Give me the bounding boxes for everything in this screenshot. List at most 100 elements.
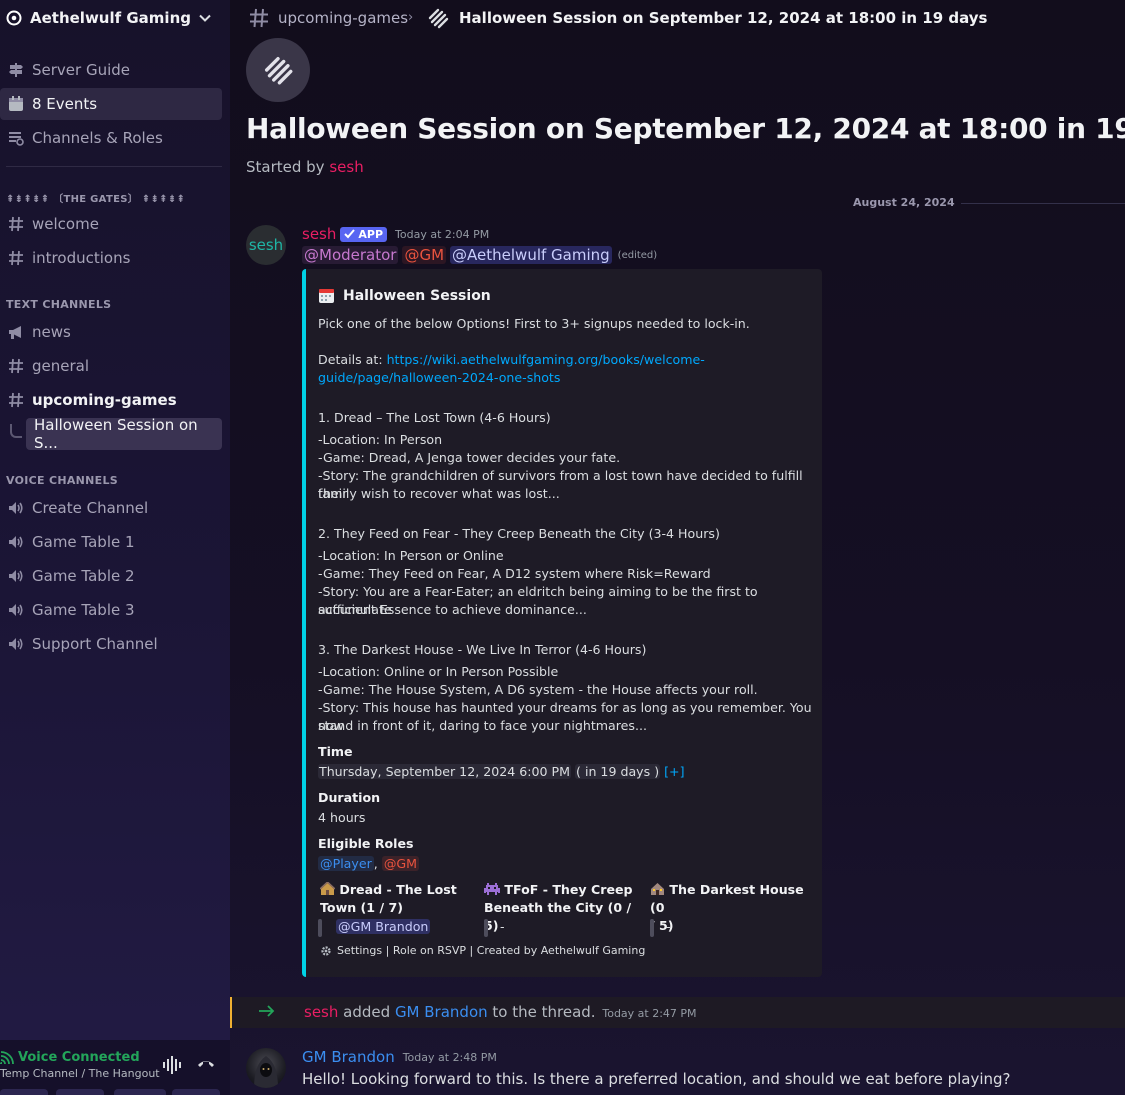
camera-button[interactable] [0, 1089, 48, 1095]
rsvp-column-2-value: - [500, 919, 505, 934]
breadcrumb-chevron-icon: › [408, 10, 414, 25]
app-badge: APP [340, 226, 388, 242]
field-time-label: Time [318, 744, 353, 759]
message-header: GM Brandon Today at 2:48 PM [302, 1048, 497, 1066]
embed-title: Halloween Session [318, 287, 491, 304]
details-link[interactable]: https://wiki.aethelwulfgaming.org/books/… [387, 352, 705, 367]
rsvp-column-2[interactable]: TFoF - They Creep Beneath the City (0 / … [484, 881, 644, 935]
noise-suppression-icon[interactable] [162, 1056, 184, 1074]
avatar[interactable]: sesh [246, 225, 286, 265]
sidebar-item-label: 8 Events [32, 95, 98, 113]
voice-channel-path[interactable]: Temp Channel / The Hangout [0, 1067, 160, 1080]
mention-moderator[interactable]: @Moderator [302, 246, 399, 264]
system-rest: to the thread. [492, 1003, 596, 1021]
speaker-icon [6, 533, 26, 551]
message-author[interactable]: sesh [302, 225, 336, 243]
avatar-text: sesh [248, 236, 284, 254]
server-name: Aethelwulf Gaming [30, 9, 191, 27]
option-2-line: -Location: In Person or Online [318, 548, 504, 563]
speaker-icon [6, 499, 26, 517]
sidebar-item-server-guide[interactable]: Server Guide [0, 54, 222, 86]
option-2-heading: 2. They Feed on Fear - They Creep Beneat… [318, 526, 720, 541]
activity-button[interactable] [114, 1089, 166, 1095]
sidebar-item-events[interactable]: 8 Events [0, 88, 222, 120]
hooded-figure-icon [254, 1056, 278, 1088]
avatar[interactable] [246, 1048, 286, 1088]
channel-news[interactable]: news [0, 316, 222, 348]
rsvp-column-title: Dread - The Lost [339, 882, 457, 897]
details-link-cont[interactable]: guide/page/halloween-2024-one-shots [318, 370, 560, 385]
category-voice-channels[interactable]: VOICE CHANNELS [6, 474, 118, 487]
field-roles-label: Eligible Roles [318, 836, 414, 851]
system-timestamp[interactable]: Today at 2:47 PM [602, 1007, 696, 1020]
server-header[interactable]: Aethelwulf Gaming [0, 0, 230, 36]
system-actor[interactable]: sesh [304, 1003, 338, 1021]
embed-details: Details at: https://wiki.aethelwulfgamin… [318, 351, 818, 387]
channel-introductions[interactable]: introductions [0, 242, 222, 274]
thread-title: Halloween Session on September 12, 2024 … [246, 112, 1125, 145]
disconnect-icon[interactable] [196, 1056, 216, 1070]
date-divider-label: August 24, 2024 [847, 196, 961, 209]
sidebar-item-label: Server Guide [32, 61, 131, 79]
system-target[interactable]: GM Brandon [395, 1003, 488, 1021]
voice-connected-label: Voice Connected [18, 1050, 140, 1065]
voice-create-channel[interactable]: Create Channel [0, 492, 222, 524]
embed-title-text: Halloween Session [343, 287, 491, 304]
haunted-house-emoji-icon [650, 882, 669, 897]
sidebar-divider [6, 166, 222, 167]
rsvp-column-bar [318, 919, 322, 937]
mention-aethelwulf-gaming[interactable]: @Aethelwulf Gaming [450, 246, 612, 264]
voice-game-table-2[interactable]: Game Table 2 [0, 560, 222, 592]
channel-label: Game Table 2 [32, 567, 135, 585]
thread-item-halloween-session[interactable]: Halloween Session on S... [26, 416, 222, 452]
field-duration-label: Duration [318, 790, 381, 805]
thread-started-by: Started by sesh [246, 158, 364, 176]
signal-icon[interactable] [0, 1051, 15, 1065]
channel-general[interactable]: general [0, 350, 222, 382]
rsvp-column-bar [650, 919, 654, 937]
calendar-icon [6, 95, 26, 113]
message-timestamp[interactable]: Today at 2:04 PM [395, 228, 489, 241]
message-author[interactable]: GM Brandon [302, 1048, 395, 1066]
role-gm[interactable]: @GM [381, 856, 420, 871]
voice-support-channel[interactable]: Support Channel [0, 628, 222, 660]
list-icon [6, 129, 26, 147]
category-gates[interactable]: ⇞⇟⇞⇟⇞ 〔THE GATES〕 ⇞⇟⇞⇟⇞ [6, 190, 185, 205]
rsvp-column-title-cont: Beneath the City (0 / 5) [484, 900, 632, 933]
mention-gm[interactable]: @GM [402, 246, 447, 264]
channel-label: Game Table 1 [32, 533, 135, 551]
voice-game-table-1[interactable]: Game Table 1 [0, 526, 222, 558]
screen-share-button[interactable] [56, 1089, 104, 1095]
soundboard-button[interactable] [172, 1089, 220, 1095]
app-badge-label: APP [358, 227, 384, 241]
option-2-line: sufficient Essence to achieve dominance.… [318, 602, 587, 617]
hash-icon [6, 357, 26, 375]
started-by-user[interactable]: sesh [329, 158, 363, 176]
thread-icon [426, 6, 450, 34]
voice-game-table-3[interactable]: Game Table 3 [0, 594, 222, 626]
rsvp-column-title: The Darkest House (0 [650, 882, 804, 915]
house-emoji-icon [319, 881, 339, 897]
chevron-down-icon[interactable] [198, 11, 212, 25]
event-time[interactable]: Thursday, September 12, 2024 6:00 PM [318, 764, 572, 779]
message-timestamp[interactable]: Today at 2:48 PM [403, 1051, 497, 1064]
system-verb: added [343, 1003, 391, 1021]
rsvp-user-gm-brandon[interactable]: @GM Brandon [336, 919, 431, 934]
header-channel-name[interactable]: upcoming-games [278, 9, 408, 27]
add-calendar-link[interactable]: [+] [664, 764, 684, 779]
rsvp-column-1[interactable]: Dread - The Lost Town (1 / 7) [319, 881, 480, 917]
channel-upcoming-games[interactable]: upcoming-games [0, 384, 222, 416]
channel-label: introductions [32, 249, 131, 267]
thread-connector [10, 424, 22, 438]
rsvp-column-3[interactable]: The Darkest House (0 / 5) [650, 881, 820, 935]
rsvp-column-3-value: - [666, 919, 671, 934]
channel-label: upcoming-games [32, 391, 177, 409]
sidebar-item-channels-roles[interactable]: Channels & Roles [0, 122, 222, 154]
megaphone-icon [6, 323, 26, 341]
role-player[interactable]: @Player [318, 856, 374, 871]
checkmark-icon [344, 229, 356, 239]
category-text-channels[interactable]: TEXT CHANNELS [6, 298, 111, 311]
channel-welcome[interactable]: welcome [0, 208, 222, 240]
chat-main: upcoming-games › Halloween Session on Se… [230, 0, 1125, 1095]
embed-intro: Pick one of the below Options! First to … [318, 316, 750, 331]
